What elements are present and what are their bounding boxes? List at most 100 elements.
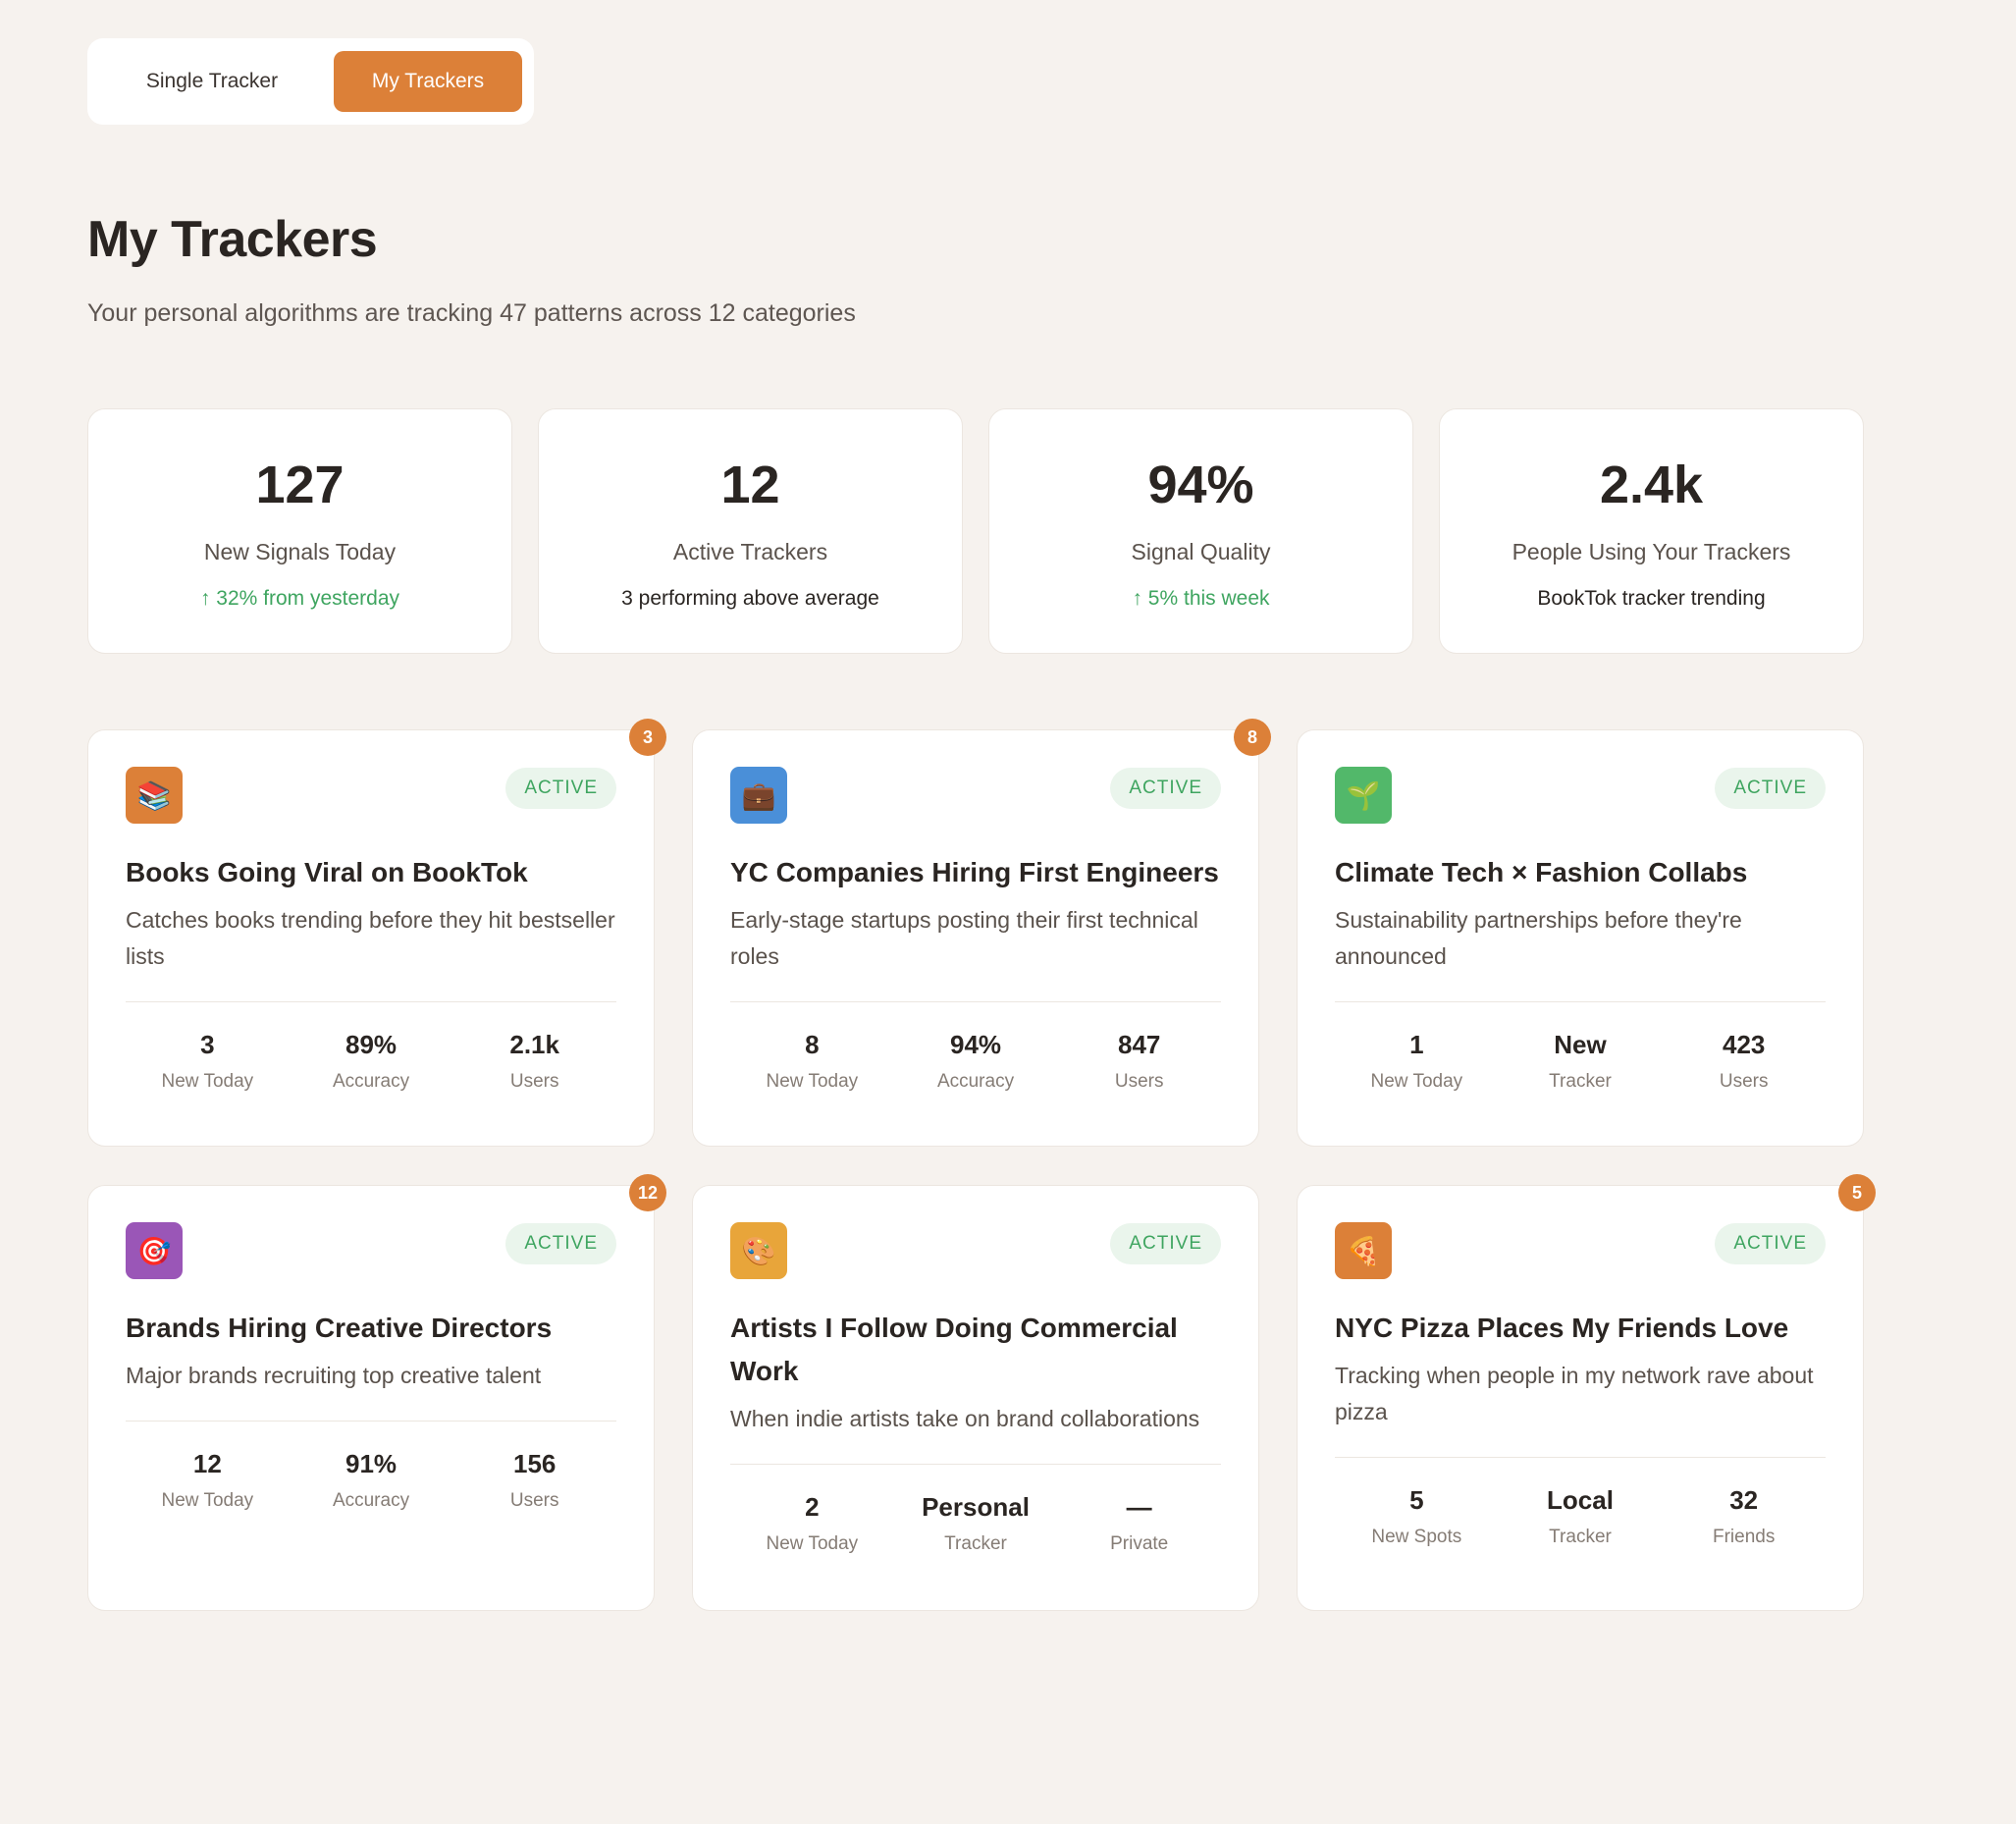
tracker-metrics: 5 New Spots Local Tracker 32 Friends xyxy=(1335,1484,1826,1548)
tracker-description: Major brands recruiting top creative tal… xyxy=(126,1363,542,1388)
metric: New Tracker xyxy=(1499,1029,1663,1093)
metric: 156 Users xyxy=(452,1448,616,1512)
stat-value: 12 xyxy=(720,456,780,514)
metric: Personal Tracker xyxy=(894,1491,1058,1555)
tracker-name: Brands Hiring Creative Directors xyxy=(126,1313,553,1343)
metric-value: 94% xyxy=(949,1030,1002,1059)
metric-label: Users xyxy=(509,1490,559,1511)
metric-label: Tracker xyxy=(1549,1071,1612,1092)
metric-label: Accuracy xyxy=(332,1490,410,1511)
metric-value: 91% xyxy=(345,1449,398,1478)
metric-label: Users xyxy=(509,1071,559,1092)
metric: 2 New Today xyxy=(730,1491,894,1555)
divider xyxy=(730,1001,1221,1002)
metric-value: Personal xyxy=(922,1492,1030,1522)
metric-label: New Today xyxy=(1370,1071,1463,1092)
tracker-name: YC Companies Hiring First Engineers xyxy=(730,857,1219,887)
metric-value: 3 xyxy=(200,1030,215,1059)
status-badge: ACTIVE xyxy=(1110,1223,1221,1264)
stat-trend: ↑ 32% from yesterday xyxy=(199,587,400,610)
my-trackers-tab[interactable]: My Trackers xyxy=(334,51,522,112)
metric-value: 89% xyxy=(345,1030,398,1059)
stat-card-active-trackers: 12 Active Trackers 3 performing above av… xyxy=(538,408,963,654)
single-tracker-tab[interactable]: Single Tracker xyxy=(99,51,325,112)
metric-value: 1 xyxy=(1409,1030,1424,1059)
divider xyxy=(126,1001,616,1002)
metric: 1 New Today xyxy=(1335,1029,1499,1093)
tracker-description: Sustainability partnerships before they'… xyxy=(1335,907,1742,969)
tracker-metrics: 12 New Today 91% Accuracy 156 Users xyxy=(126,1448,616,1512)
metric-value: 12 xyxy=(192,1449,222,1478)
tracker-card-artists-commercial[interactable]: 🎨 ACTIVE Artists I Follow Doing Commerci… xyxy=(692,1185,1259,1611)
seedling-icon: 🌱 xyxy=(1335,767,1392,824)
tracker-metrics: 3 New Today 89% Accuracy 2.1k Users xyxy=(126,1029,616,1093)
metric-label: Tracker xyxy=(1549,1527,1612,1547)
tracker-metrics: 2 New Today Personal Tracker — Private xyxy=(730,1491,1221,1555)
tracker-description: Tracking when people in my network rave … xyxy=(1335,1363,1814,1424)
metric: 423 Users xyxy=(1662,1029,1826,1093)
metric-label: New Spots xyxy=(1371,1527,1462,1547)
briefcase-icon: 💼 xyxy=(730,767,787,824)
stat-trend: ↑ 5% this week xyxy=(1132,587,1270,610)
tracker-description: Early-stage startups posting their first… xyxy=(730,907,1198,969)
metric-value: 5 xyxy=(1409,1485,1424,1515)
tracker-name: NYC Pizza Places My Friends Love xyxy=(1335,1313,1789,1343)
metric-value: Local xyxy=(1547,1485,1614,1515)
stat-note: 3 performing above average xyxy=(621,587,879,610)
stat-label: Signal Quality xyxy=(1131,539,1271,564)
books-icon: 📚 xyxy=(126,767,183,824)
page: Single Tracker My Trackers My Trackers Y… xyxy=(0,0,2016,1824)
metric-label: Friends xyxy=(1713,1527,1776,1547)
stats-row: 127 New Signals Today ↑ 32% from yesterd… xyxy=(87,408,1864,654)
notification-count-badge: 8 xyxy=(1234,719,1271,756)
stat-value: 2.4k xyxy=(1599,456,1704,514)
metric: 2.1k Users xyxy=(452,1029,616,1093)
tracker-name: Books Going Viral on BookTok xyxy=(126,857,528,887)
stat-card-people-using: 2.4k People Using Your Trackers BookTok … xyxy=(1439,408,1864,654)
metric: 91% Accuracy xyxy=(290,1448,453,1512)
metric-value: 2.1k xyxy=(509,1030,559,1059)
metric-label: New Today xyxy=(766,1071,859,1092)
tracker-card-creative-directors[interactable]: 🎯 ACTIVE 12 Brands Hiring Creative Direc… xyxy=(87,1174,666,1611)
target-icon: 🎯 xyxy=(126,1222,183,1279)
metric-value: 32 xyxy=(1729,1485,1759,1515)
divider xyxy=(1335,1457,1826,1458)
tracker-card-climate-fashion[interactable]: 🌱 ACTIVE Climate Tech × Fashion Collabs … xyxy=(1297,729,1864,1147)
metric-label: New Today xyxy=(766,1533,859,1554)
divider xyxy=(1335,1001,1826,1002)
metric-label: Accuracy xyxy=(332,1071,410,1092)
stat-value: 127 xyxy=(255,456,345,514)
metric: 847 Users xyxy=(1057,1029,1221,1093)
metric-label: Users xyxy=(1719,1071,1769,1092)
page-subtitle: Your personal algorithms are tracking 47… xyxy=(87,299,856,327)
tracker-description: Catches books trending before they hit b… xyxy=(126,907,615,969)
stat-value: 94% xyxy=(1147,456,1254,514)
tracker-card-yc-hiring[interactable]: 💼 ACTIVE 8 YC Companies Hiring First Eng… xyxy=(692,719,1271,1147)
metric: 5 New Spots xyxy=(1335,1484,1499,1548)
status-badge: ACTIVE xyxy=(1715,1223,1826,1264)
metric-value: 2 xyxy=(805,1492,820,1522)
page-title: My Trackers xyxy=(87,211,378,268)
stat-card-signal-quality: 94% Signal Quality ↑ 5% this week xyxy=(988,408,1413,654)
metric-label: New Today xyxy=(161,1071,254,1092)
tracker-card-booktok[interactable]: 📚 ACTIVE 3 Books Going Viral on BookTok … xyxy=(87,719,666,1147)
tracker-metrics: 8 New Today 94% Accuracy 847 Users xyxy=(730,1029,1221,1093)
metric-value: New xyxy=(1554,1030,1607,1059)
metric-value: — xyxy=(1126,1492,1152,1522)
stat-label: Active Trackers xyxy=(672,539,828,564)
divider xyxy=(126,1421,616,1422)
tracker-name: Artists I Follow Doing Commercial Work xyxy=(730,1313,1178,1386)
metric-label: Accuracy xyxy=(936,1071,1015,1092)
metric: 3 New Today xyxy=(126,1029,290,1093)
notification-count-badge: 12 xyxy=(629,1174,666,1211)
tracker-card-nyc-pizza[interactable]: 🍕 ACTIVE 5 NYC Pizza Places My Friends L… xyxy=(1297,1174,1876,1611)
tracker-name: Climate Tech × Fashion Collabs xyxy=(1335,857,1748,887)
metric: 94% Accuracy xyxy=(894,1029,1058,1093)
palette-icon: 🎨 xyxy=(730,1222,787,1279)
divider xyxy=(730,1464,1221,1465)
stat-label: People Using Your Trackers xyxy=(1512,539,1791,564)
status-badge: ACTIVE xyxy=(1715,768,1826,809)
metric-value: 8 xyxy=(805,1030,820,1059)
status-badge: ACTIVE xyxy=(505,768,616,809)
metric: Local Tracker xyxy=(1499,1484,1663,1548)
